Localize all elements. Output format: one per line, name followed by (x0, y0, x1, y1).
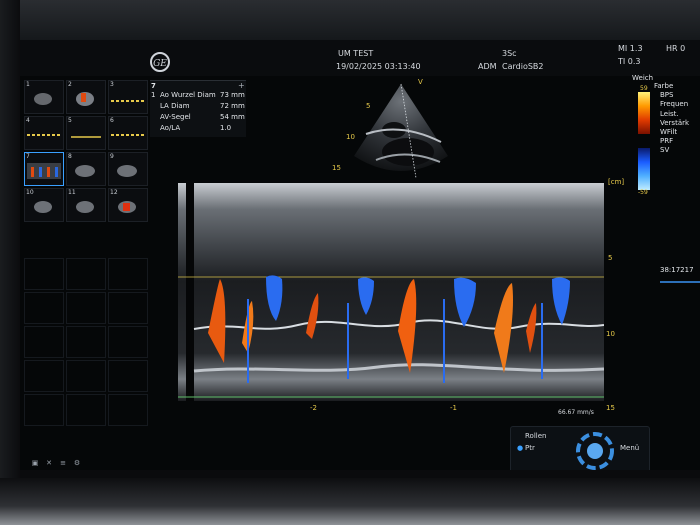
delete-icon[interactable]: ✕ (44, 458, 54, 468)
settings-icon[interactable]: ⚙ (72, 458, 82, 468)
thumbnail-selected[interactable]: 7 (24, 152, 64, 186)
side-value: 38:17217 (660, 266, 694, 274)
exam-datetime: 19/02/2025 03:13:40 (336, 62, 421, 71)
mmode-display (178, 183, 604, 401)
trackball-dial-icon[interactable] (576, 432, 614, 470)
hr-value: HR 0 (666, 44, 686, 53)
ptr-dot-icon: ● (517, 444, 524, 452)
mmode-unit: [cm] (608, 178, 625, 186)
menu-item-prf[interactable]: PRF (654, 137, 689, 146)
sector-image (354, 83, 448, 179)
list-icon[interactable]: ≡ (58, 458, 68, 468)
sector-marker: V (418, 78, 423, 86)
probe-label: 3Sc (502, 49, 517, 58)
patient-name: UM TEST (338, 49, 374, 58)
measurement-label: LA Diam (160, 102, 190, 110)
mmode-time-label: -1 (450, 404, 457, 412)
measurement-panel: 7 + 1 Ao Wurzel Diam 73 mm LA Diam 72 mm… (150, 80, 246, 137)
menu-item-sv[interactable]: SV (654, 146, 689, 155)
measurement-value: 1.0 (220, 124, 232, 132)
side-indicator (660, 281, 700, 283)
mmode-depth-label: 10 (606, 330, 615, 338)
status-bar (20, 470, 700, 478)
ti-value: TI 0.3 (618, 57, 641, 66)
menu-item-leistung[interactable]: Leist. (654, 110, 689, 119)
mmode-depth-label: 15 (606, 404, 615, 412)
thumbnail[interactable]: 5 (66, 116, 106, 150)
thumbnail[interactable]: 3 (108, 80, 148, 114)
measurement-index: 7 (151, 82, 156, 90)
thumbnail[interactable]: 11 (66, 188, 106, 222)
thumbnail[interactable]: 4 (24, 116, 64, 150)
color-bar-cool (638, 148, 650, 190)
measurement-value: 54 mm (220, 113, 245, 121)
thumbnail[interactable]: 8 (66, 152, 106, 186)
thumbnail[interactable]: 10 (24, 188, 64, 222)
measurement-value: 72 mm (220, 102, 245, 110)
menu-item-wfilt[interactable]: WFilt (654, 128, 689, 137)
header-bar: GE UM TEST 19/02/2025 03:13:40 3Sc ADM C… (20, 40, 700, 76)
monitor-bezel-top (0, 0, 700, 40)
color-map-title: Weich (632, 74, 654, 82)
mmode-time-label: -2 (310, 404, 317, 412)
roll-label[interactable]: Rollen (525, 432, 546, 440)
thumbnail[interactable]: 2 (66, 80, 106, 114)
menu-item-verstaerkung[interactable]: Verstärk (654, 119, 689, 128)
measurement-label: Ao/LA (160, 124, 181, 132)
sector-depth-label: 5 (366, 102, 371, 110)
monitor-bezel-bottom (0, 478, 700, 525)
color-bar-warm (638, 92, 650, 134)
preset-label: CardioSB2 (502, 62, 544, 71)
measurement-set-label: 1 (151, 91, 156, 99)
measurement-label: Ao Wurzel Diam (160, 91, 216, 99)
operator-label: ADM (478, 62, 497, 71)
measurement-value: 73 mm (220, 91, 245, 99)
parameter-menu: Farbe BPS Frequen Leist. Verstärk WFilt … (654, 82, 689, 156)
menu-item-farbe[interactable]: Farbe (654, 82, 689, 91)
color-bar-max: 59 (640, 85, 648, 92)
menu-button[interactable]: Menü (620, 444, 639, 452)
thumbnail[interactable]: 1 (24, 80, 64, 114)
thumbnail[interactable]: 12 (108, 188, 148, 222)
plus-icon[interactable]: + (238, 81, 245, 90)
ptr-label[interactable]: Ptr (525, 444, 535, 452)
empty-thumbnail-grid (24, 258, 150, 458)
thumbnail[interactable]: 9 (108, 152, 148, 186)
menu-item-frequenz[interactable]: Frequen (654, 100, 689, 109)
measurement-label: AV-Segel (160, 113, 191, 121)
mmode-depth-label: 5 (608, 254, 613, 262)
sweep-speed: 66.67 mm/s (558, 409, 594, 416)
mi-value: MI 1.3 (618, 44, 643, 53)
menu-item-bps[interactable]: BPS (654, 91, 689, 100)
thumbnail[interactable]: 6 (108, 116, 148, 150)
ultrasound-screen: GE UM TEST 19/02/2025 03:13:40 3Sc ADM C… (20, 40, 700, 478)
thumbnail-panel: 1 2 3 4 5 6 7 8 9 10 11 12 (24, 80, 150, 258)
color-bar-min: -59 (638, 189, 648, 196)
sector-depth-label: 15 (332, 164, 341, 172)
monitor-bezel-left (0, 0, 20, 525)
sector-depth-label: 10 (346, 133, 355, 141)
ge-logo-icon: GE (150, 52, 170, 72)
image-icon[interactable]: ▣ (30, 458, 40, 468)
